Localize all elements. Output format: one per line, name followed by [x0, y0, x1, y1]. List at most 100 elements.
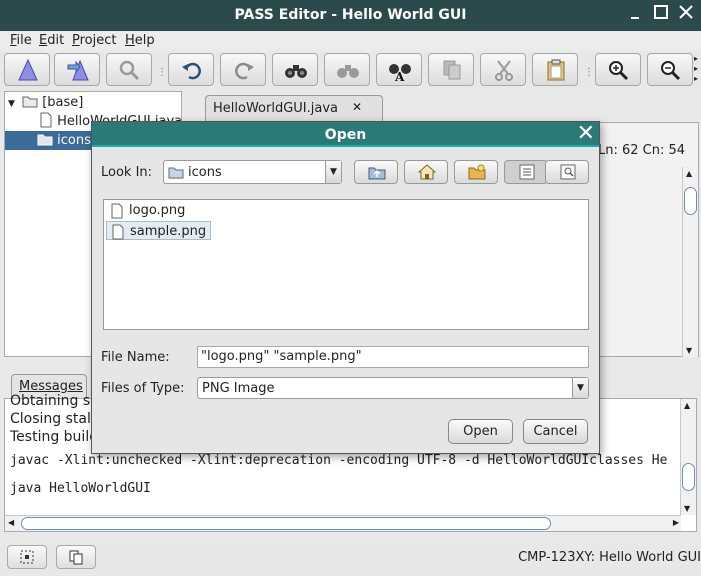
documents-icon: [69, 550, 83, 565]
look-in-select[interactable]: icons ▼: [163, 160, 342, 184]
status-button-1[interactable]: [7, 545, 47, 569]
list-view-icon: [519, 164, 535, 180]
dialog-title: Open: [324, 127, 367, 143]
scroll-thumb[interactable]: [21, 517, 551, 530]
up-folder-button[interactable]: [354, 160, 398, 184]
undo-button[interactable]: [168, 53, 214, 86]
home-icon: [418, 164, 436, 180]
chevron-down-icon[interactable]: ▼: [325, 161, 341, 183]
new-folder-icon: [468, 164, 486, 180]
redo-button[interactable]: [220, 53, 266, 86]
status-button-2[interactable]: [56, 545, 96, 569]
cut-button[interactable]: [480, 53, 526, 86]
close-window-icon[interactable]: [675, 4, 697, 26]
menu-project[interactable]: Project: [72, 33, 117, 48]
details-view-icon: [560, 164, 576, 180]
menu-bar: File Edit Project Help: [0, 31, 701, 51]
build-button[interactable]: [4, 53, 50, 86]
search-button[interactable]: [106, 53, 152, 86]
tree-root[interactable]: ▼ [base]: [8, 93, 83, 112]
cancel-button[interactable]: Cancel: [523, 419, 588, 444]
run-button[interactable]: [54, 53, 100, 86]
select-icon: [20, 550, 34, 564]
menu-edit[interactable]: Edit: [39, 33, 64, 48]
scroll-thumb[interactable]: [684, 187, 697, 215]
clipboard-icon: [547, 59, 565, 81]
file-type-select[interactable]: PNG Image ▼: [197, 377, 589, 399]
file-icon: [112, 224, 124, 240]
find-button[interactable]: [272, 53, 318, 86]
find-next-button[interactable]: [324, 53, 370, 86]
file-list[interactable]: logo.png sample.png: [103, 199, 589, 330]
minimize-icon[interactable]: [624, 4, 646, 26]
undo-icon: [182, 62, 201, 80]
svg-text:A: A: [394, 70, 405, 81]
message-line: java HelloWorldGUI: [10, 481, 151, 496]
details-view-button[interactable]: [545, 160, 589, 184]
zoom-out-button[interactable]: [647, 53, 693, 86]
editor-vertical-scrollbar[interactable]: ▲ ▼: [682, 167, 698, 357]
open-dialog: Open ✕ Look In: icons ▼ logo.png sample.…: [91, 121, 600, 454]
scroll-down-icon[interactable]: ▼: [684, 504, 690, 513]
triangle-arrow-icon: [67, 59, 89, 81]
file-name-field[interactable]: "logo.png" "sample.png": [197, 346, 589, 368]
binoculars-next-icon: [337, 65, 359, 78]
scroll-down-icon[interactable]: ▼: [686, 346, 692, 355]
folder-icon: [22, 96, 38, 108]
close-dialog-icon[interactable]: ✕: [577, 121, 595, 146]
zoom-out-icon: [661, 61, 681, 81]
file-item-logo[interactable]: logo.png: [106, 201, 189, 220]
toolbar: ⋮ A ⋮ ▸ ▸ ▸: [0, 51, 701, 91]
cursor-position: Ln: 62 Cn: 54: [598, 143, 686, 158]
message-line: javac -Xlint:unchecked -Xlint:deprecatio…: [10, 453, 668, 468]
menu-file[interactable]: File: [10, 33, 32, 48]
scroll-right-icon[interactable]: ▶: [673, 518, 679, 527]
copy-icon: [443, 60, 461, 80]
file-icon: [111, 203, 123, 219]
binoculars-replace-icon: A: [389, 64, 411, 81]
file-item-sample[interactable]: sample.png: [106, 221, 212, 240]
editor-tab[interactable]: HelloWorldGUI.java ✕: [205, 95, 383, 122]
scroll-up-icon[interactable]: ▲: [684, 401, 690, 410]
up-folder-icon: [368, 167, 386, 180]
scroll-thumb[interactable]: [682, 463, 695, 491]
toolbar-separator: ⋮: [584, 67, 594, 78]
toolbar-separator: ⋮: [157, 67, 167, 78]
list-view-button[interactable]: [504, 160, 548, 184]
window-title: PASS Editor - Hello World GUI: [234, 7, 467, 23]
triangle-icon: [18, 59, 38, 81]
status-bar: CMP-123XY: Hello World GUI: [0, 540, 701, 576]
message-line: Testing build: [10, 429, 99, 445]
open-button[interactable]: Open: [448, 419, 513, 444]
file-name-label: File Name:: [101, 350, 170, 365]
replace-button[interactable]: A: [376, 53, 422, 86]
menu-help[interactable]: Help: [125, 33, 155, 48]
collapse-icon[interactable]: ▼: [8, 99, 15, 109]
scissors-icon: [495, 60, 513, 81]
toolbar-overflow-icon[interactable]: ▸ ▸ ▸: [694, 54, 698, 84]
scroll-left-icon[interactable]: ◀: [8, 518, 14, 527]
zoom-in-button[interactable]: [595, 53, 641, 86]
magnifier-icon: [119, 60, 140, 81]
maximize-icon[interactable]: [650, 4, 672, 26]
copy-button[interactable]: [428, 53, 474, 86]
folder-icon: [168, 167, 184, 179]
file-type-label: Files of Type:: [101, 381, 185, 396]
look-in-label: Look In:: [101, 165, 153, 180]
window-title-bar[interactable]: PASS Editor - Hello World GUI: [0, 0, 701, 31]
binoculars-icon: [285, 65, 307, 78]
status-text: CMP-123XY: Hello World GUI: [518, 550, 701, 565]
dialog-title-bar[interactable]: Open ✕: [92, 121, 599, 147]
file-icon: [40, 112, 52, 128]
messages-horizontal-scrollbar[interactable]: ◀ ▶: [5, 515, 681, 531]
close-tab-icon[interactable]: ✕: [352, 100, 362, 114]
chevron-down-icon[interactable]: ▼: [572, 378, 588, 398]
zoom-in-icon: [609, 61, 629, 81]
scroll-up-icon[interactable]: ▲: [686, 169, 692, 178]
paste-button[interactable]: [532, 53, 578, 86]
redo-icon: [235, 62, 254, 80]
home-button[interactable]: [404, 160, 448, 184]
messages-vertical-scrollbar[interactable]: ▲ ▼: [680, 399, 696, 515]
new-folder-button[interactable]: [454, 160, 498, 184]
folder-icon: [37, 134, 53, 146]
